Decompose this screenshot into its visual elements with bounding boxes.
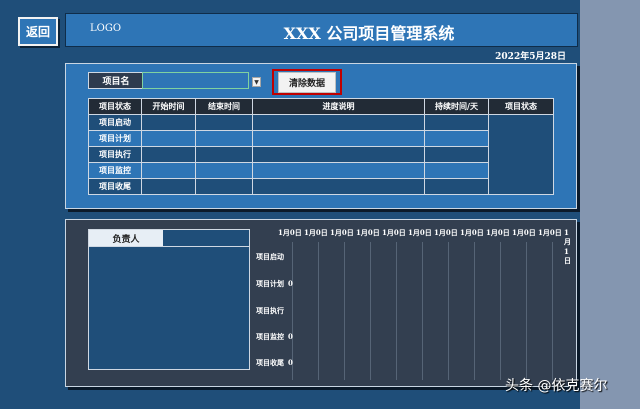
- status-table: 项目状态 开始时间 结束时间 进度说明 持续时间/天 项目状态 项目启动 项目计…: [88, 98, 554, 195]
- right-margin-bar: [580, 0, 640, 409]
- gantt-gridline: [474, 242, 475, 380]
- gantt-date: 1月0日: [408, 228, 432, 237]
- table-row: 项目启动: [88, 114, 554, 195]
- owner-box: 负责人: [88, 229, 250, 370]
- header-bar: LOGO XXX 公司项目管理系统: [65, 13, 578, 47]
- start-time-cell[interactable]: [141, 178, 196, 195]
- back-button[interactable]: 返回: [18, 17, 58, 46]
- project-panel: 项目名 ▼ 清除数据 项目状态 开始时间 结束时间 进度说明 持续时间/天 项目…: [65, 63, 577, 209]
- gantt-gridline: [526, 242, 527, 380]
- gantt-row-label: 项目收尾: [256, 358, 284, 367]
- gantt-date: 1月0日: [382, 228, 406, 237]
- project-name-label: 项目名: [88, 72, 144, 89]
- row-label: 项目监控: [88, 162, 142, 179]
- gantt-gridline: [344, 242, 345, 380]
- progress-note-cell[interactable]: [252, 146, 425, 163]
- start-time-cell[interactable]: [141, 114, 196, 131]
- project-name-input[interactable]: [142, 72, 249, 89]
- end-time-cell[interactable]: [195, 114, 253, 131]
- gantt-row-label: 项目启动: [256, 252, 284, 261]
- column-header: 项目状态: [88, 98, 142, 115]
- gantt-date: 1月0日: [486, 228, 510, 237]
- duration-cell[interactable]: [424, 130, 489, 147]
- gantt-gridline: [500, 242, 501, 380]
- gantt-date: 1月0日: [434, 228, 458, 237]
- row-label: 项目执行: [88, 146, 142, 163]
- gantt-date: 1月0日: [460, 228, 484, 237]
- column-header: 结束时间: [195, 98, 253, 115]
- row-label: 项目收尾: [88, 178, 142, 195]
- gantt-row-label: 项目计划: [256, 279, 284, 288]
- duration-cell[interactable]: [424, 146, 489, 163]
- column-header: 持续时间/天: [424, 98, 489, 115]
- table-row: 项目执行: [88, 146, 554, 163]
- duration-cell[interactable]: [424, 162, 489, 179]
- end-time-cell[interactable]: [195, 146, 253, 163]
- gantt-row-value: 0: [288, 358, 293, 367]
- column-header: 开始时间: [141, 98, 196, 115]
- row-label: 项目启动: [88, 114, 142, 131]
- end-time-cell[interactable]: [195, 130, 253, 147]
- duration-cell[interactable]: [424, 114, 489, 131]
- gantt-row-label: 项目监控: [256, 332, 284, 341]
- gantt-date: 1月0日: [304, 228, 328, 237]
- chevron-down-icon: ▼: [254, 78, 259, 86]
- start-time-cell[interactable]: [141, 130, 196, 147]
- gantt-row-value: 0: [288, 332, 293, 341]
- gantt-date: 1月0日: [512, 228, 536, 237]
- project-status-cell[interactable]: [488, 114, 554, 195]
- gantt-date: 1月0日: [278, 228, 302, 237]
- gantt-gridline: [448, 242, 449, 380]
- owner-header-fill: [163, 230, 249, 247]
- gantt-gridline: [370, 242, 371, 380]
- gantt-date: 1月0日: [330, 228, 354, 237]
- table-row: 项目计划: [88, 130, 554, 147]
- current-date: 2022年5月28日: [495, 52, 566, 62]
- gantt-date: 1月0日: [538, 228, 562, 237]
- gantt-gridline: [318, 242, 319, 380]
- row-label: 项目计划: [88, 130, 142, 147]
- gantt-row-label: 项目执行: [256, 306, 284, 315]
- watermark: 头条 @依克赛尔: [505, 378, 608, 394]
- table-row: 项目收尾: [88, 178, 554, 195]
- gantt-gridline: [396, 242, 397, 380]
- app-title: XXX 公司项目管理系统: [283, 24, 455, 43]
- clear-data-label: 清除数据: [277, 71, 336, 93]
- clear-data-button[interactable]: 清除数据: [272, 69, 342, 95]
- gantt-date: 1月1日: [564, 228, 571, 265]
- gantt-panel: 负责人 1月0日 1月0日 1月0日 1月0日 1月0日 1月0日 1月0日 1…: [65, 219, 577, 387]
- owner-label: 负责人: [89, 230, 163, 247]
- start-time-cell[interactable]: [141, 162, 196, 179]
- start-time-cell[interactable]: [141, 146, 196, 163]
- end-time-cell[interactable]: [195, 162, 253, 179]
- progress-note-cell[interactable]: [252, 162, 425, 179]
- progress-note-cell[interactable]: [252, 178, 425, 195]
- progress-note-cell[interactable]: [252, 130, 425, 147]
- gantt-gridline: [422, 242, 423, 380]
- gantt-date-axis: 1月0日 1月0日 1月0日 1月0日 1月0日 1月0日 1月0日 1月0日 …: [278, 228, 571, 265]
- column-header: 进度说明: [252, 98, 425, 115]
- gantt-date: 1月0日: [356, 228, 380, 237]
- table-row: 项目监控: [88, 162, 554, 179]
- project-dropdown-button[interactable]: ▼: [252, 77, 261, 87]
- gantt-gridline: [552, 242, 553, 380]
- gantt-row-value: 0: [288, 279, 293, 288]
- end-time-cell[interactable]: [195, 178, 253, 195]
- column-header: 项目状态: [488, 98, 554, 115]
- progress-note-cell[interactable]: [252, 114, 425, 131]
- duration-cell[interactable]: [424, 178, 489, 195]
